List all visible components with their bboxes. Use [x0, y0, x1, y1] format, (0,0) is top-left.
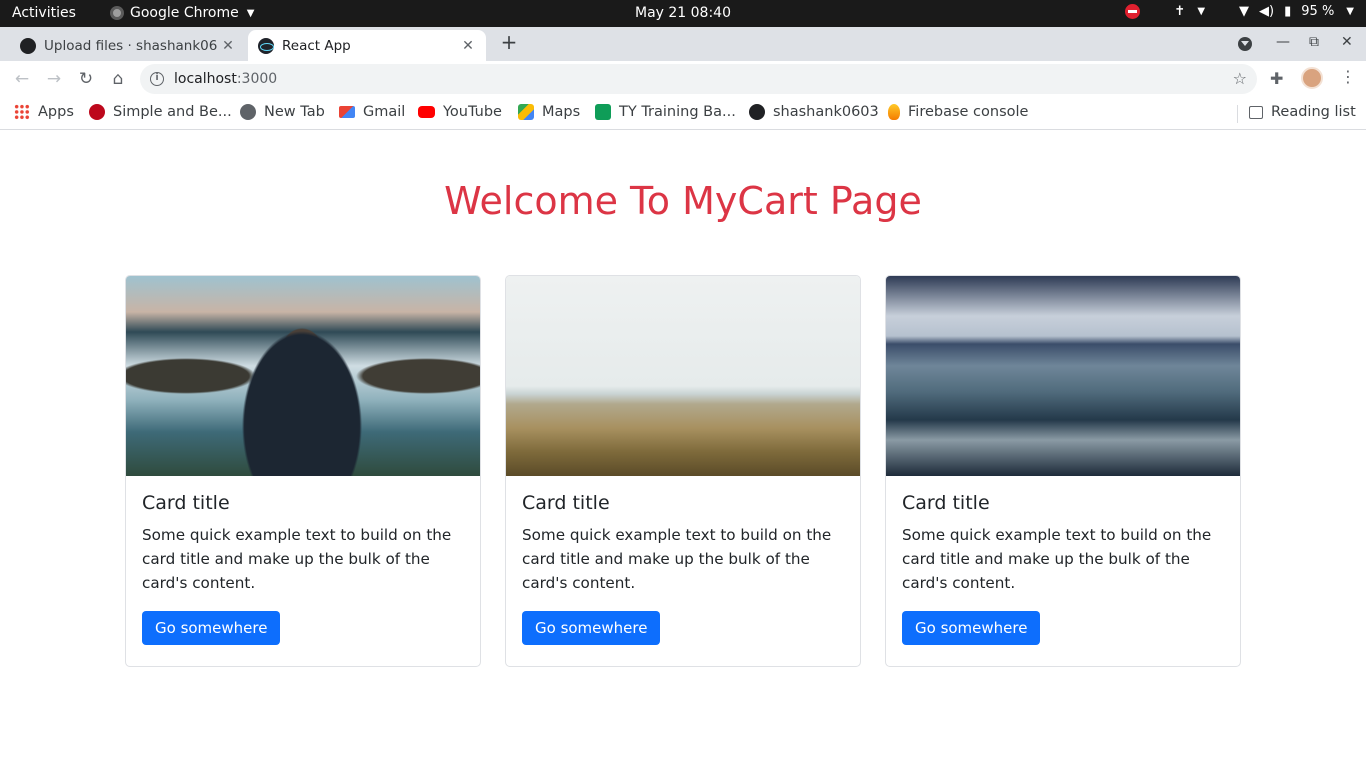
tab-title: React App [282, 37, 351, 54]
card-title: Card title [902, 492, 990, 514]
reading-list-icon [1249, 105, 1263, 119]
bookmark-ty-training[interactable]: TY Training Ba... [595, 104, 736, 120]
tab-search-icon[interactable] [1238, 37, 1252, 51]
tab-strip: Upload files · shashank06 ✕ React App ✕ [0, 27, 1366, 61]
url-text[interactable]: localhost:3000 [174, 71, 277, 87]
product-card: Card title Some quick example text to bu… [505, 275, 861, 667]
bookmark-star-icon[interactable]: ☆ [1233, 69, 1247, 88]
forward-button[interactable]: → [42, 67, 66, 91]
browser-toolbar: ← → ↻ ⌂ i localhost:3000 ☆ ✚ ⋮ [0, 61, 1366, 97]
bookmark-simple-and-be[interactable]: Simple and Be... [89, 104, 232, 120]
go-somewhere-button[interactable]: Go somewhere [902, 611, 1041, 645]
react-icon [258, 37, 274, 54]
github-icon [749, 104, 765, 120]
page-heading: Welcome To MyCart Page [444, 179, 922, 223]
product-card: Card title Some quick example text to bu… [125, 275, 481, 667]
sheets-icon [595, 104, 611, 120]
chevron-down-icon: ▼ [1197, 6, 1206, 17]
bookmark-apps[interactable]: Apps [14, 104, 74, 120]
card-image [886, 276, 1240, 476]
youtube-icon [418, 106, 435, 118]
system-tray[interactable]: ✝ ▼ ▼ ◀) ▮ 95 % ▼ [1125, 4, 1354, 19]
page-content: Welcome To MyCart Page Card title Some q… [0, 131, 1366, 768]
bookmark-new-tab[interactable]: New Tab [240, 104, 325, 120]
chrome-icon [110, 6, 124, 20]
battery-icon: ▮ [1284, 4, 1292, 19]
reading-list-button[interactable]: Reading list [1249, 104, 1356, 120]
bookmark-shashank0603[interactable]: shashank0603 [749, 104, 879, 120]
wifi-icon: ▼ [1239, 4, 1250, 19]
profile-avatar[interactable] [1301, 67, 1323, 89]
site-info-icon[interactable]: i [150, 72, 164, 86]
bookmark-firebase-console[interactable]: Firebase console [888, 104, 1028, 120]
system-top-bar: Activities Google Chrome ▼ May 21 08:40 … [0, 0, 1366, 27]
close-icon[interactable]: ✕ [220, 38, 236, 54]
card-text: Some quick example text to build on the … [522, 526, 832, 592]
battery-level: 95 % [1301, 4, 1335, 19]
app-menu[interactable]: Google Chrome ▼ [110, 5, 254, 21]
address-bar[interactable]: i localhost:3000 ☆ [140, 64, 1257, 94]
gmail-icon [339, 106, 355, 118]
back-button[interactable]: ← [10, 67, 34, 91]
card-title: Card title [142, 492, 230, 514]
chevron-down-icon: ▼ [1346, 6, 1354, 17]
pinterest-icon [89, 104, 105, 120]
more-menu-icon[interactable]: ⋮ [1340, 67, 1356, 86]
do-not-disturb-icon [1125, 4, 1141, 19]
card-image [126, 276, 480, 476]
tab-react-app[interactable]: React App ✕ [248, 30, 486, 61]
github-icon [20, 37, 36, 54]
chevron-down-icon: ▼ [246, 7, 255, 19]
accessibility-icon[interactable]: ✝ [1174, 4, 1185, 19]
volume-icon: ◀) [1259, 4, 1275, 19]
bookmarks-divider [1237, 105, 1238, 123]
activities-button[interactable]: Activities [12, 5, 76, 21]
card-text: Some quick example text to build on the … [902, 526, 1212, 592]
card-title: Card title [522, 492, 610, 514]
bookmark-youtube[interactable]: YouTube [418, 104, 502, 120]
close-icon[interactable]: ✕ [460, 38, 476, 54]
card-text: Some quick example text to build on the … [142, 526, 452, 592]
app-name: Google Chrome [130, 5, 239, 21]
tab-upload-files[interactable]: Upload files · shashank06 ✕ [10, 30, 246, 61]
new-tab-button[interactable]: + [498, 31, 520, 55]
window-close-button[interactable]: ✕ [1341, 34, 1353, 50]
apps-grid-icon [14, 104, 30, 120]
maps-icon [518, 104, 534, 120]
tab-title: Upload files · shashank06 [44, 37, 218, 54]
restore-button[interactable]: ⧉ [1309, 34, 1319, 50]
globe-icon [240, 104, 256, 120]
firebase-icon [888, 104, 900, 120]
bookmark-maps[interactable]: Maps [518, 104, 580, 120]
extensions-icon[interactable]: ✚ [1270, 69, 1283, 88]
bookmark-gmail[interactable]: Gmail [339, 104, 405, 120]
home-button[interactable]: ⌂ [106, 67, 130, 91]
card-image [506, 276, 860, 476]
go-somewhere-button[interactable]: Go somewhere [522, 611, 661, 645]
go-somewhere-button[interactable]: Go somewhere [142, 611, 281, 645]
minimize-button[interactable]: — [1276, 34, 1290, 50]
bookmarks-bar: Apps Simple and Be... New Tab Gmail YouT… [0, 97, 1366, 130]
reload-button[interactable]: ↻ [74, 67, 98, 91]
product-card: Card title Some quick example text to bu… [885, 275, 1241, 667]
